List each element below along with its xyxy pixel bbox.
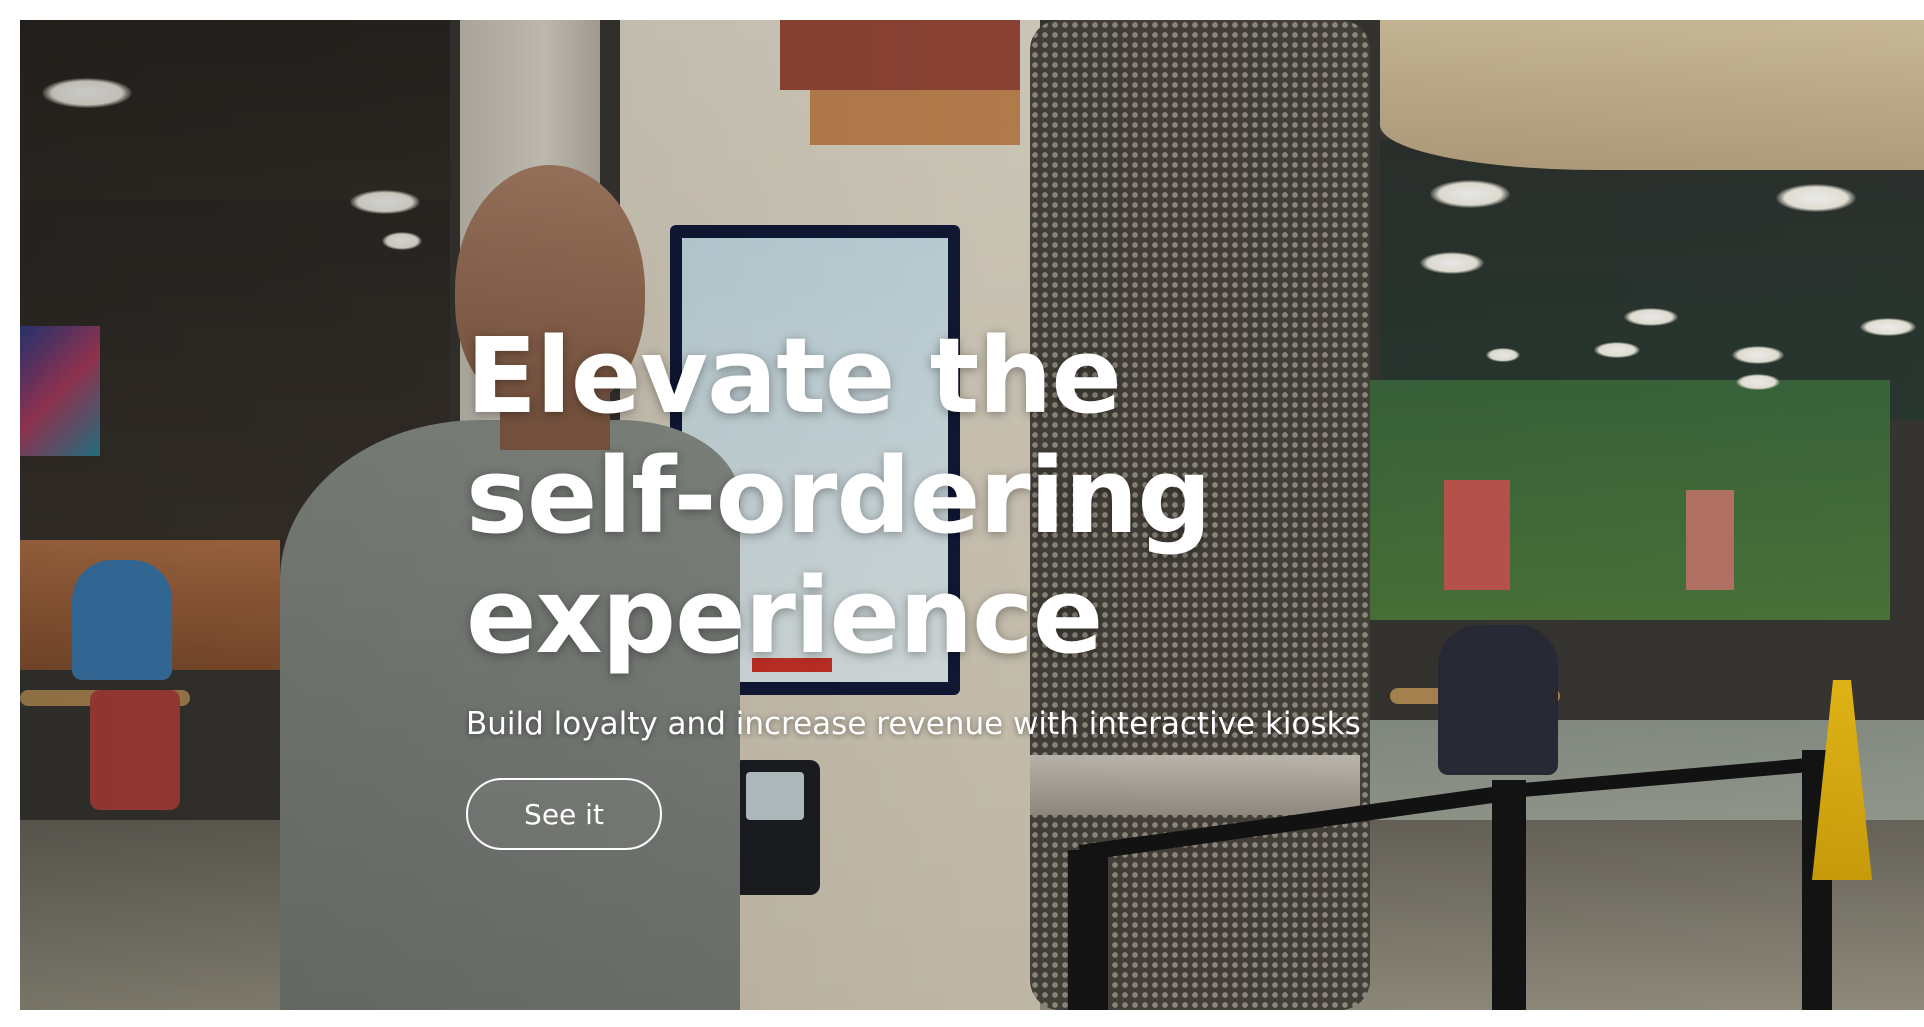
see-it-button[interactable]: See it xyxy=(466,778,662,850)
hero-subtext: Build loyalty and increase revenue with … xyxy=(466,706,1361,742)
hero-banner: Elevate the self-ordering experience Bui… xyxy=(20,20,1924,1010)
hero-headline: Elevate the self-ordering experience xyxy=(466,315,1212,677)
hero-content: Elevate the self-ordering experience Bui… xyxy=(466,316,1466,850)
